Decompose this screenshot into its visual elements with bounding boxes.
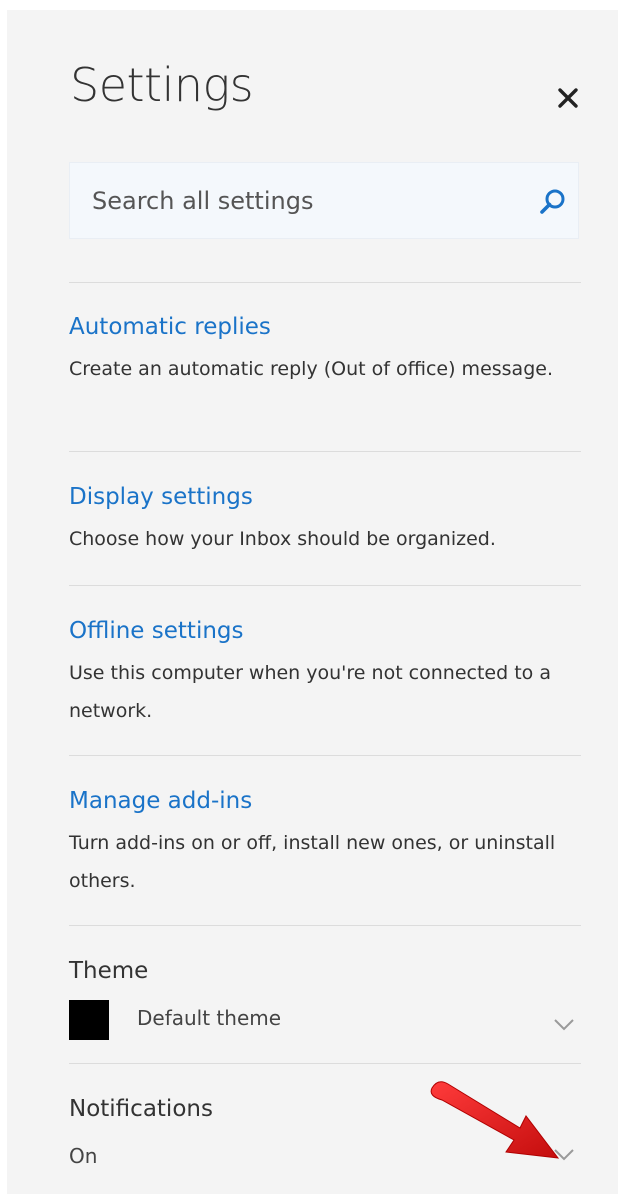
divider <box>69 925 581 926</box>
theme-value[interactable]: Default theme <box>137 1008 281 1028</box>
search-input[interactable] <box>92 163 512 238</box>
divider <box>69 585 581 586</box>
notifications-value[interactable]: On <box>69 1146 97 1166</box>
setting-manage-add-ins: Manage add-ins Turn add-ins on or off, i… <box>69 790 579 900</box>
divider <box>69 451 581 452</box>
close-button[interactable] <box>553 83 583 113</box>
automatic-replies-description: Create an automatic reply (Out of office… <box>69 358 553 380</box>
red-arrow-icon <box>430 1081 560 1159</box>
divider <box>69 282 581 283</box>
setting-automatic-replies: Automatic replies Create an automatic re… <box>69 316 579 388</box>
setting-display-settings: Display settings Choose how your Inbox s… <box>69 486 579 558</box>
close-icon <box>558 88 578 108</box>
page-title: Settings <box>70 58 254 112</box>
manage-add-ins-link[interactable]: Manage add-ins <box>69 790 252 813</box>
display-settings-description: Choose how your Inbox should be organize… <box>69 528 496 550</box>
divider <box>69 1063 581 1064</box>
setting-offline-settings: Offline settings Use this computer when … <box>69 620 579 730</box>
offline-settings-link[interactable]: Offline settings <box>69 620 244 643</box>
search-box <box>69 162 579 239</box>
search-icon[interactable] <box>538 187 568 217</box>
display-settings-link[interactable]: Display settings <box>69 486 253 509</box>
notifications-label: Notifications <box>69 1096 213 1122</box>
automatic-replies-link[interactable]: Automatic replies <box>69 316 271 339</box>
offline-settings-description: Use this computer when you're not connec… <box>69 662 551 722</box>
theme-swatch[interactable] <box>69 1000 109 1040</box>
theme-chevron-down-icon[interactable] <box>553 1018 575 1032</box>
theme-label: Theme <box>69 958 149 984</box>
settings-panel: Settings Automatic replies Create an aut… <box>7 10 618 1194</box>
divider <box>69 755 581 756</box>
manage-add-ins-description: Turn add-ins on or off, install new ones… <box>69 832 556 892</box>
